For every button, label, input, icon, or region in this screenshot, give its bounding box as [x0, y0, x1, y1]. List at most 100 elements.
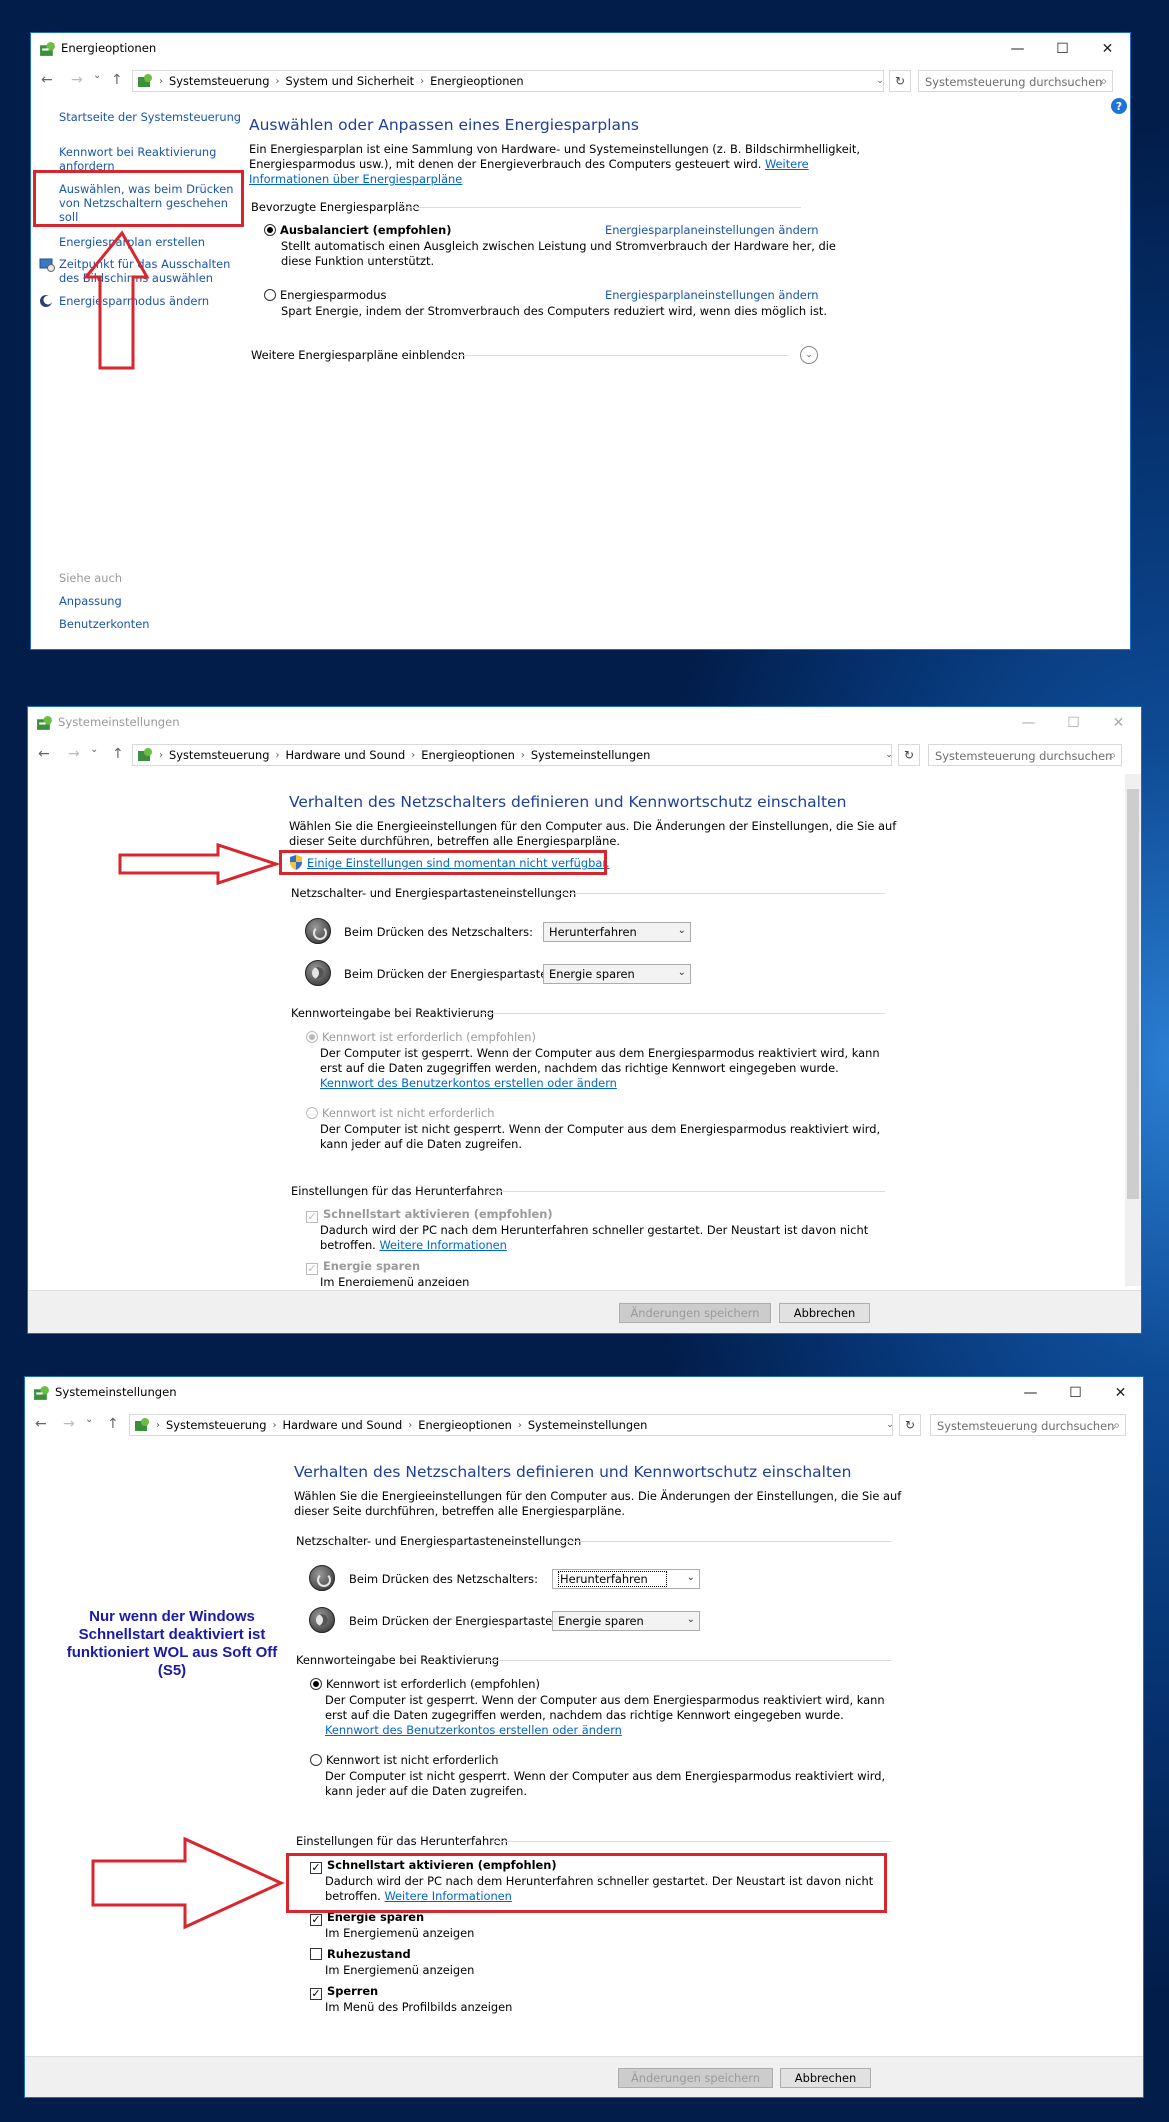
breadcrumb-system-und-sicherheit[interactable]: System und Sicherheit	[285, 74, 414, 88]
kennwort-nicht-desc2: kann jeder auf die Daten zugreifen.	[325, 1784, 527, 1798]
kennwort-nicht-desc1: Der Computer ist nicht gesperrt. Wenn de…	[320, 1122, 881, 1136]
link-plan2-einstellungen[interactable]: Energiesparplaneinstellungen ändern	[605, 288, 819, 303]
toggle-weitere-plaene[interactable]: Weitere Energiesparpläne einblenden	[251, 348, 465, 362]
power-button-icon	[309, 1565, 335, 1591]
window-systemeinstellungen-enabled: Systemeinstellungen — ☐ ✕ ← → ⌄ ↑ › Syst…	[24, 1376, 1144, 2098]
close-icon[interactable]: ✕	[1098, 1377, 1143, 1408]
link-informationen-energiesparplaene[interactable]: Informationen über Energiesparpläne	[249, 172, 462, 187]
divider	[553, 893, 885, 894]
siehe-auch-label: Siehe auch	[59, 571, 122, 585]
chevron-down-icon: ⌄	[677, 925, 686, 936]
checkbox-energie-sparen[interactable]: ✓	[310, 1914, 322, 1926]
search-icon: ⌕	[1109, 748, 1116, 762]
refresh-icon[interactable]: ↻	[898, 744, 920, 766]
refresh-icon[interactable]: ↻	[899, 1414, 921, 1436]
description-line2: dieser Seite durchführen, betreffen alle…	[294, 1504, 626, 1518]
plan-energiesparmodus[interactable]: Energiesparmodus	[264, 288, 386, 303]
chevron-right-icon: ›	[411, 749, 416, 761]
power-select[interactable]: Herunterfahren ⌄	[552, 1569, 700, 1589]
maximize-icon[interactable]: ☐	[1040, 33, 1085, 64]
radio-kennwort-erforderlich[interactable]	[306, 1031, 318, 1043]
page-title: Verhalten des Netzschalters definieren u…	[294, 1463, 852, 1481]
ruhezustand-label: Ruhezustand	[327, 1947, 411, 1961]
option-kennwort-nicht-erforderlich[interactable]: Kennwort ist nicht erforderlich	[306, 1106, 494, 1121]
save-button[interactable]: Änderungen speichern	[619, 1303, 771, 1323]
sleep-label: Beim Drücken der Energiespartaste:	[349, 1614, 557, 1628]
help-icon[interactable]: ?	[1111, 98, 1127, 114]
cancel-button[interactable]: Abbrechen	[780, 2068, 871, 2088]
option-energie-sparen[interactable]: ✓ Energie sparen	[306, 1259, 420, 1275]
minimize-icon[interactable]: —	[1008, 1377, 1053, 1408]
section-bevorzugte-plaene: Bevorzugte Energiesparpläne	[251, 200, 420, 214]
schnellstart-desc2: betroffen. Weitere Informationen	[320, 1238, 507, 1253]
link-kennwort-aendern[interactable]: Kennwort des Benutzerkontos erstellen od…	[320, 1076, 617, 1091]
annotation-arrow-up	[82, 230, 150, 370]
option-sperren[interactable]: ✓ Sperren	[310, 1984, 378, 2000]
checkbox-sperren[interactable]: ✓	[310, 1988, 322, 2000]
section-herunterfahren: Einstellungen für das Herunterfahren	[291, 1184, 503, 1198]
kennwort-erforderlich-desc2: erst auf die Daten zugegriffen werden, n…	[325, 1708, 844, 1722]
address-dropdown-icon[interactable]: ⌄	[881, 1414, 899, 1436]
sleep-select[interactable]: Energie sparen ⌄	[552, 1611, 700, 1631]
plan-ausbalanciert[interactable]: Ausbalanciert (empfohlen)	[264, 223, 451, 238]
search-input[interactable]: Systemsteuerung durchsuchen ⌕	[930, 1414, 1126, 1436]
power-select[interactable]: Herunterfahren ⌄	[543, 922, 691, 942]
refresh-icon[interactable]: ↻	[889, 70, 911, 92]
chevron-right-icon: ›	[520, 749, 525, 761]
window-energieoptionen: Energieoptionen — ☐ ✕ ← → ⌄ ↑ › Systemst…	[30, 32, 1131, 650]
divider	[479, 1013, 885, 1014]
link-plan1-einstellungen[interactable]: Energiesparplaneinstellungen ändern	[605, 223, 819, 238]
address-dropdown-icon[interactable]: ⌄	[880, 744, 898, 766]
maximize-icon[interactable]: ☐	[1051, 707, 1096, 738]
link-weitere[interactable]: Weitere	[765, 157, 809, 171]
option-ruhezustand[interactable]: Ruhezustand	[310, 1947, 411, 1962]
search-input[interactable]: Systemsteuerung durchsuchen ⌕	[928, 744, 1122, 766]
search-input[interactable]: Systemsteuerung durchsuchen ⌕	[918, 70, 1113, 92]
breadcrumb-hardware-und-sound[interactable]: Hardware und Sound	[285, 748, 405, 762]
chevron-right-icon: ›	[420, 75, 425, 87]
section-netzschalter: Netzschalter- und Energiespartasteneinst…	[291, 886, 577, 900]
radio-kennwort-nicht-erforderlich[interactable]	[310, 1754, 322, 1766]
address-bar[interactable]: › Systemsteuerung › System und Sicherhei…	[132, 70, 884, 92]
scrollbar-thumb[interactable]	[1127, 789, 1139, 1199]
minimize-icon[interactable]: —	[995, 33, 1040, 64]
link-benutzerkonten[interactable]: Benutzerkonten	[59, 617, 149, 632]
save-button[interactable]: Änderungen speichern	[618, 2068, 773, 2088]
plan1-description-line1: Stellt automatisch einen Ausgleich zwisc…	[281, 239, 836, 253]
option-kennwort-erforderlich[interactable]: Kennwort ist erforderlich (empfohlen)	[310, 1677, 540, 1692]
expand-chevron-icon[interactable]: ⌄	[800, 346, 818, 364]
sleep-select[interactable]: Energie sparen ⌄	[543, 964, 691, 984]
plan2-description: Spart Energie, indem der Stromverbrauch …	[281, 304, 827, 318]
plan-energiesparmodus-label: Energiesparmodus	[280, 288, 387, 302]
link-anpassung[interactable]: Anpassung	[59, 594, 122, 609]
maximize-icon[interactable]: ☐	[1053, 1377, 1098, 1408]
ruhezustand-desc: Im Energiemenü anzeigen	[325, 1963, 475, 1977]
option-schnellstart[interactable]: ✓ Schnellstart aktivieren (empfohlen)	[306, 1207, 553, 1223]
breadcrumb-systemeinstellungen[interactable]: Systemeinstellungen	[531, 748, 651, 762]
radio-ausbalanciert[interactable]	[264, 224, 276, 236]
checkbox-schnellstart[interactable]: ✓	[306, 1211, 318, 1223]
breadcrumb-hardware-und-sound[interactable]: Hardware und Sound	[282, 1418, 402, 1432]
minimize-icon[interactable]: —	[1006, 707, 1051, 738]
sleep-select-value: Energie sparen	[549, 967, 635, 981]
plan-description-line1: Ein Energiesparplan ist eine Sammlung vo…	[249, 142, 860, 156]
power-select-value: Herunterfahren	[558, 1571, 667, 1587]
radio-kennwort-nicht-erforderlich[interactable]	[306, 1107, 318, 1119]
checkbox-ruhezustand[interactable]	[310, 1948, 322, 1960]
radio-energiesparmodus[interactable]	[264, 289, 276, 301]
address-dropdown-icon[interactable]: ⌄	[871, 70, 889, 92]
cancel-button[interactable]: Abbrechen	[779, 1303, 870, 1323]
breadcrumb-energieoptionen[interactable]: Energieoptionen	[418, 1418, 512, 1432]
option-kennwort-nicht-erforderlich[interactable]: Kennwort ist nicht erforderlich	[310, 1753, 498, 1768]
link-kennwort-aendern[interactable]: Kennwort des Benutzerkontos erstellen od…	[325, 1723, 622, 1738]
close-icon[interactable]: ✕	[1085, 33, 1130, 64]
checkbox-energie-sparen[interactable]: ✓	[306, 1263, 318, 1275]
breadcrumb-systemeinstellungen[interactable]: Systemeinstellungen	[528, 1418, 648, 1432]
option-kennwort-erforderlich[interactable]: Kennwort ist erforderlich (empfohlen)	[306, 1030, 536, 1045]
link-weitere-informationen[interactable]: Weitere Informationen	[379, 1238, 506, 1252]
close-icon[interactable]: ✕	[1096, 707, 1141, 738]
divider	[558, 1541, 891, 1542]
breadcrumb-energieoptionen[interactable]: Energieoptionen	[421, 748, 515, 762]
breadcrumb-energieoptionen[interactable]: Energieoptionen	[430, 74, 524, 88]
radio-kennwort-erforderlich[interactable]	[310, 1678, 322, 1690]
